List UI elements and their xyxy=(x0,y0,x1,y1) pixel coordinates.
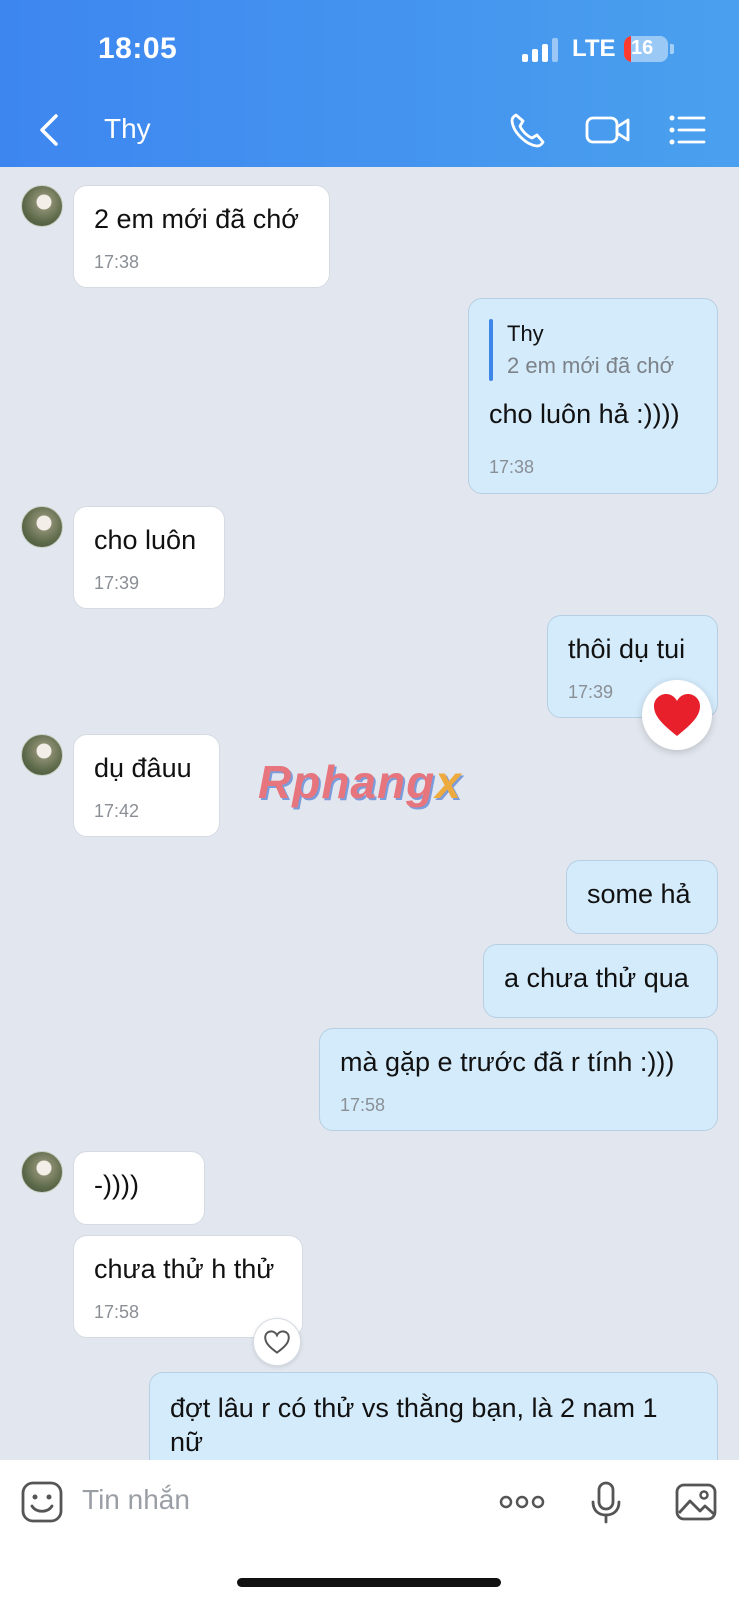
message-text: mà gặp e trước đã r tính :))) xyxy=(340,1047,675,1077)
message-time: 17:58 xyxy=(340,1095,386,1115)
battery-tip xyxy=(670,44,674,54)
message-text: thôi dụ tui xyxy=(568,634,686,664)
contact-avatar[interactable] xyxy=(21,185,63,227)
watermark-main: Rphang xyxy=(258,756,436,808)
reaction-badge[interactable] xyxy=(642,680,712,750)
message-bubble-outgoing[interactable]: đợt lâu r có thử vs thằng bạn, là 2 nam … xyxy=(149,1372,718,1460)
watermark-logo: Rphangx xyxy=(258,755,462,809)
message-bubble-outgoing[interactable]: a chưa thử qua xyxy=(483,944,718,1018)
heart-icon xyxy=(654,694,700,736)
message-list[interactable]: 2 em mới đã chớ 17:38 Thy 2 em mới đã ch… xyxy=(0,167,739,1460)
phone-icon[interactable] xyxy=(506,108,550,152)
message-bubble-incoming[interactable]: dụ đâuu 17:42 xyxy=(73,734,220,837)
add-reaction-button[interactable] xyxy=(253,1318,301,1366)
video-camera-icon[interactable] xyxy=(584,108,632,152)
message-time: 17:38 xyxy=(489,457,535,477)
contact-name[interactable]: Thy xyxy=(104,113,151,145)
message-bubble-outgoing[interactable]: some hả xyxy=(566,860,718,934)
battery-icon: 16 xyxy=(624,36,668,62)
sticker-face-icon[interactable] xyxy=(20,1480,64,1524)
message-text: some hả xyxy=(587,879,691,909)
contact-avatar[interactable] xyxy=(21,506,63,548)
message-bubble-incoming[interactable]: cho luôn 17:39 xyxy=(73,506,225,609)
watermark-suffix: x xyxy=(435,756,462,808)
message-text: 2 em mới đã chớ xyxy=(94,204,299,234)
message-text: -)))) xyxy=(94,1170,139,1200)
message-text: cho luôn xyxy=(94,525,197,555)
list-menu-icon[interactable] xyxy=(666,108,710,152)
more-dots-icon[interactable] xyxy=(498,1480,546,1524)
image-icon[interactable] xyxy=(674,1480,718,1524)
contact-avatar[interactable] xyxy=(21,734,63,776)
message-text: a chưa thử qua xyxy=(504,963,689,993)
message-time: 17:39 xyxy=(94,573,140,593)
back-chevron-icon[interactable] xyxy=(32,108,68,152)
contact-avatar[interactable] xyxy=(21,1151,63,1193)
message-input[interactable]: Tin nhắn xyxy=(82,1484,190,1516)
message-bubble-outgoing[interactable]: mà gặp e trước đã r tính :))) 17:58 xyxy=(319,1028,718,1131)
message-text: cho luôn hả :)))) xyxy=(489,399,680,429)
chat-header: 18:05 LTE 16 Thy xyxy=(0,0,739,167)
status-time: 18:05 xyxy=(98,32,178,65)
quote-author: Thy xyxy=(507,321,544,346)
quote-bar xyxy=(489,319,493,381)
heart-outline-icon xyxy=(264,1330,290,1354)
battery-level: 16 xyxy=(631,37,654,59)
message-input-bar: Tin nhắn xyxy=(0,1460,739,1600)
message-time: 17:39 xyxy=(568,682,614,702)
microphone-icon[interactable] xyxy=(584,1480,628,1524)
message-bubble-outgoing[interactable]: Thy 2 em mới đã chớ cho luôn hả :)))) 17… xyxy=(468,298,718,494)
home-indicator xyxy=(237,1578,501,1587)
message-bubble-incoming[interactable]: -)))) xyxy=(73,1151,205,1225)
network-type: LTE xyxy=(572,35,616,62)
message-time: 17:58 xyxy=(94,1302,140,1322)
message-text: chưa thử h thử xyxy=(94,1254,275,1284)
message-time: 17:42 xyxy=(94,801,140,821)
message-text: đợt lâu r có thử vs thằng bạn, là 2 nam … xyxy=(170,1393,658,1457)
signal-strength-icon xyxy=(522,38,560,62)
message-bubble-incoming[interactable]: 2 em mới đã chớ 17:38 xyxy=(73,185,330,288)
quote-text: 2 em mới đã chớ xyxy=(507,353,675,378)
message-time: 17:38 xyxy=(94,252,140,272)
message-text: dụ đâuu xyxy=(94,753,192,783)
